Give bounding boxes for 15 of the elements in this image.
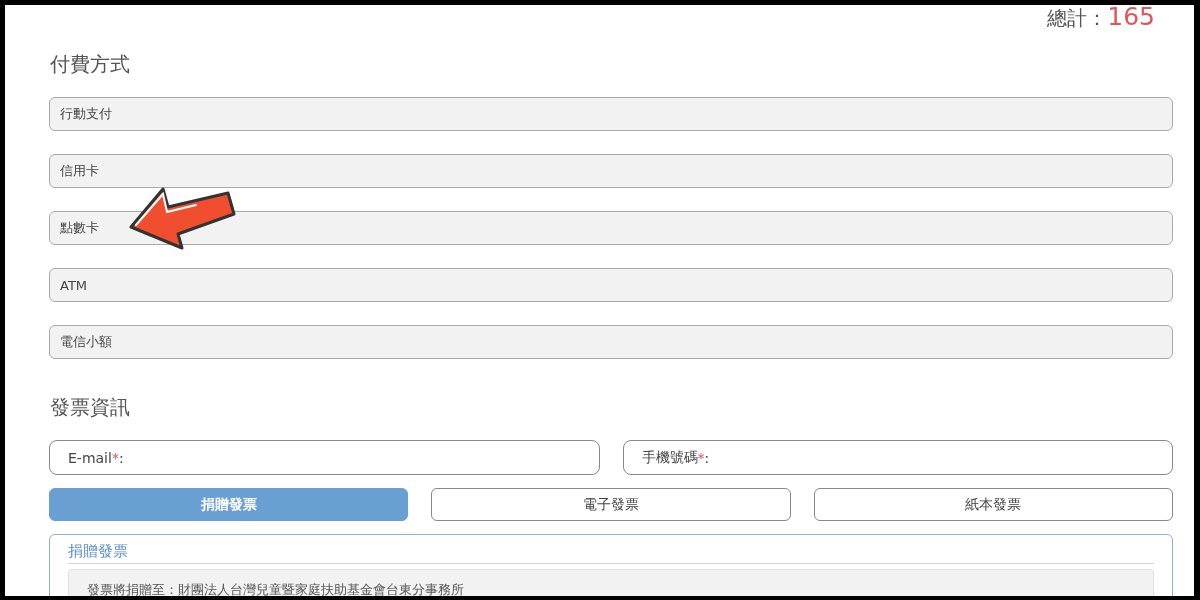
payment-option[interactable]: 點數卡 [49,211,1173,245]
panel-title: 捐贈發票 [68,540,1154,564]
invoice-type-tab[interactable]: 紙本發票 [813,488,1173,521]
phone-field[interactable]: 手機號碼*: [622,440,1173,475]
payment-option[interactable]: ATM [49,268,1173,302]
email-field[interactable]: E-mail*: [49,440,600,475]
invoice-type-tab[interactable]: 電子發票 [431,488,791,521]
payment-option[interactable]: 行動支付 [49,97,1173,131]
payment-option[interactable]: 電信小額 [49,325,1173,359]
payment-option[interactable]: 信用卡 [49,154,1173,188]
total-amount: 165 [1107,5,1155,31]
section-title: 發票資訊 [50,394,131,421]
donation-note: 發票將捐贈至：財團法人台灣兒童暨家庭扶助基金會台東分事務所 [87,582,464,596]
total-label: 總計： [1047,5,1108,32]
section-title: 付費方式 [50,51,131,78]
